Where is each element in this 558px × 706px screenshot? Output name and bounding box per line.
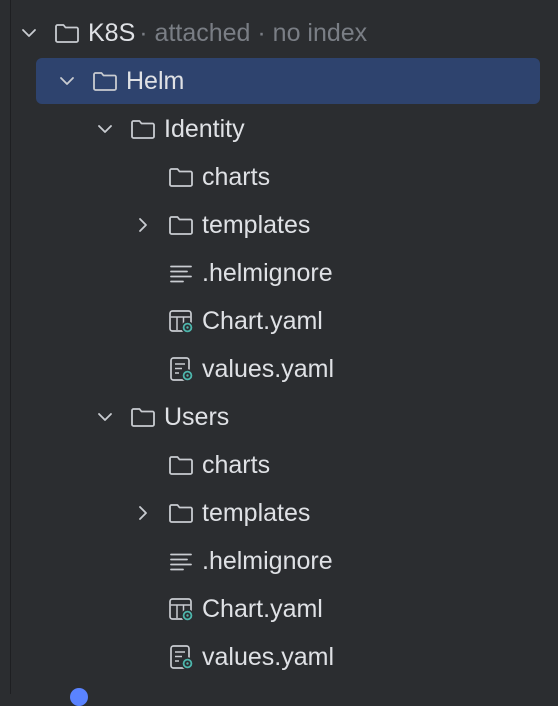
tree-row-k8s[interactable]: K8S · attached · no index bbox=[10, 9, 558, 57]
folder-icon bbox=[128, 114, 158, 144]
chart-yaml-icon bbox=[166, 306, 196, 336]
tree-row-users-chart-yaml[interactable]: Chart.yaml bbox=[10, 585, 558, 633]
arrow-spacer bbox=[132, 646, 154, 668]
chevron-down-icon[interactable] bbox=[56, 70, 78, 92]
tree-row-helm[interactable]: Helm bbox=[10, 57, 558, 105]
tree-label: values.yaml bbox=[202, 354, 334, 383]
chevron-down-icon[interactable] bbox=[94, 406, 116, 428]
tree-row-users-templates[interactable]: templates bbox=[10, 489, 558, 537]
tree-label: Helm bbox=[126, 66, 185, 95]
tree-label: .helmignore bbox=[202, 258, 333, 287]
tree-row-identity-values-yaml[interactable]: values.yaml bbox=[10, 345, 558, 393]
arrow-spacer bbox=[132, 454, 154, 476]
arrow-spacer bbox=[132, 550, 154, 572]
folder-icon bbox=[166, 162, 196, 192]
tree-row-identity-templates[interactable]: templates bbox=[10, 201, 558, 249]
arrow-spacer bbox=[132, 262, 154, 284]
chevron-right-icon[interactable] bbox=[132, 214, 154, 236]
text-file-icon bbox=[166, 546, 196, 576]
text-file-icon bbox=[166, 258, 196, 288]
folder-icon bbox=[166, 498, 196, 528]
arrow-spacer bbox=[132, 358, 154, 380]
tree-row-users-values-yaml[interactable]: values.yaml bbox=[10, 633, 558, 681]
folder-icon bbox=[90, 66, 120, 96]
tree-label: charts bbox=[202, 162, 271, 191]
tree-row-identity[interactable]: Identity bbox=[10, 105, 558, 153]
tree-row-users-helmignore[interactable]: .helmignore bbox=[10, 537, 558, 585]
tree-row-identity-helmignore[interactable]: .helmignore bbox=[10, 249, 558, 297]
chevron-down-icon[interactable] bbox=[94, 118, 116, 140]
values-yaml-icon bbox=[166, 354, 196, 384]
tree-label: .helmignore bbox=[202, 546, 333, 575]
project-tree: K8S · attached · no index Helm Identity … bbox=[10, 9, 558, 681]
tree-row-users[interactable]: Users bbox=[10, 393, 558, 441]
tree-label: Chart.yaml bbox=[202, 594, 323, 623]
chevron-right-icon[interactable] bbox=[132, 502, 154, 524]
folder-icon bbox=[166, 450, 196, 480]
tree-label: templates bbox=[202, 498, 311, 527]
arrow-spacer bbox=[132, 166, 154, 188]
tree-label: Users bbox=[164, 402, 230, 431]
tree-row-users-charts[interactable]: charts bbox=[10, 441, 558, 489]
tree-label: K8S bbox=[88, 18, 136, 47]
arrow-spacer bbox=[132, 598, 154, 620]
tree-label: charts bbox=[202, 450, 271, 479]
status-meta: · attached · no index bbox=[139, 18, 368, 47]
chevron-down-icon[interactable] bbox=[18, 22, 40, 44]
folder-icon bbox=[166, 210, 196, 240]
tree-label: templates bbox=[202, 210, 311, 239]
partial-next-row-marker bbox=[70, 688, 88, 706]
tree-label: values.yaml bbox=[202, 642, 334, 671]
tree-row-identity-chart-yaml[interactable]: Chart.yaml bbox=[10, 297, 558, 345]
tree-row-identity-charts[interactable]: charts bbox=[10, 153, 558, 201]
folder-icon bbox=[52, 18, 82, 48]
tree-label: Chart.yaml bbox=[202, 306, 323, 335]
arrow-spacer bbox=[132, 310, 154, 332]
tree-label: Identity bbox=[164, 114, 245, 143]
chart-yaml-icon bbox=[166, 594, 196, 624]
values-yaml-icon bbox=[166, 642, 196, 672]
folder-icon bbox=[128, 402, 158, 432]
